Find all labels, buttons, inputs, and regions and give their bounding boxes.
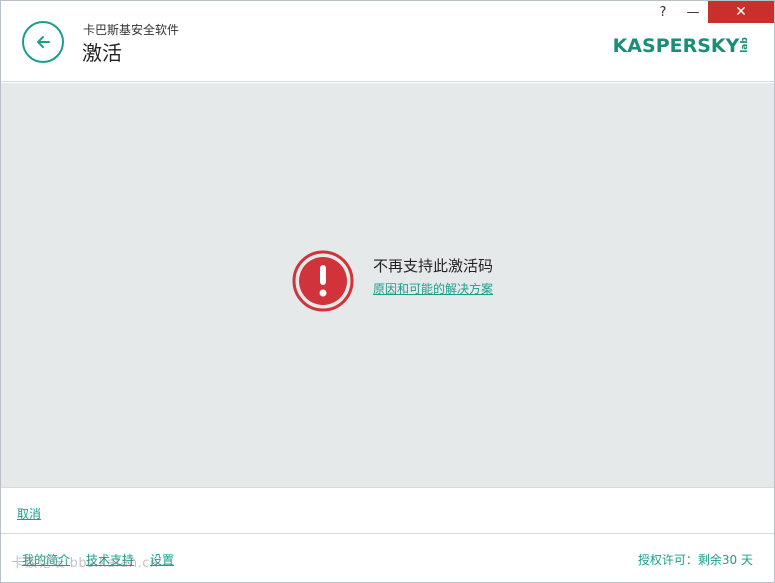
footer-link-support[interactable]: 技术支持 xyxy=(86,551,134,568)
app-name: 卡巴斯基安全软件 xyxy=(83,23,180,37)
footer-link-settings[interactable]: 设置 xyxy=(150,551,174,568)
alert-message: 不再支持此激活码 xyxy=(373,257,494,275)
close-button[interactable]: ✕ xyxy=(708,1,774,23)
help-button[interactable]: ? xyxy=(648,1,678,23)
app-window: 卡巴斯基安全软件 激活 ? — ✕ KASPERSKY lab 不再支持此激活码… xyxy=(0,0,775,583)
exclamation-circle-icon xyxy=(292,250,354,312)
main-content: 不再支持此激活码 原因和可能的解决方案 xyxy=(1,83,774,487)
back-button[interactable] xyxy=(22,21,64,63)
page-title: 激活 xyxy=(82,41,122,65)
footer-link-profile[interactable]: 我的简介 xyxy=(22,551,70,568)
footer: 我的简介 技术支持 设置 授权许可：剩余30 天 卡饭论坛 bbs.kafan.… xyxy=(1,533,774,582)
solutions-link[interactable]: 原因和可能的解决方案 xyxy=(373,280,493,297)
kaspersky-logo: KASPERSKY lab xyxy=(613,36,753,56)
header: 卡巴斯基安全软件 激活 ? — ✕ KASPERSKY lab xyxy=(1,1,774,82)
minimize-button[interactable]: — xyxy=(678,1,708,23)
cancel-bar: 取消 xyxy=(1,487,774,533)
window-controls: ? — ✕ xyxy=(648,1,774,23)
arrow-left-icon xyxy=(37,36,50,48)
cancel-link[interactable]: 取消 xyxy=(17,505,41,522)
logo-text: KASPERSKY xyxy=(612,35,740,57)
footer-links: 我的简介 技术支持 设置 xyxy=(22,551,174,568)
license-status[interactable]: 授权许可：剩余30 天 xyxy=(638,551,753,568)
logo-sub: lab xyxy=(740,37,751,53)
